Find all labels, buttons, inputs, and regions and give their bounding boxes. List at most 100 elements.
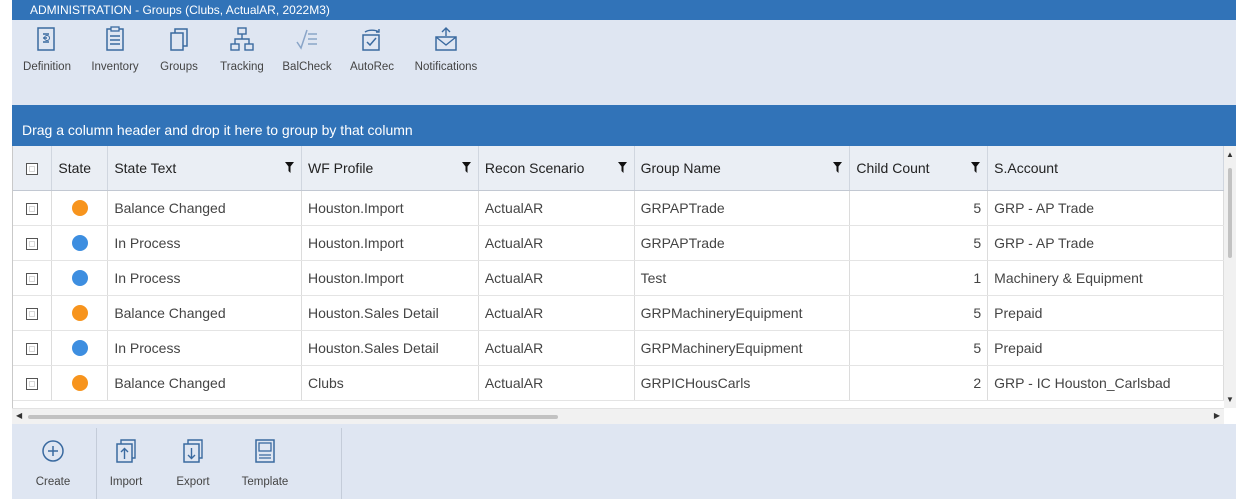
create-button[interactable]: Create	[12, 428, 94, 499]
state-blue-icon	[71, 235, 88, 252]
row-checkbox[interactable]	[26, 237, 39, 250]
create-icon	[42, 440, 64, 462]
group-by-panel[interactable]: Drag a column header and drop it here to…	[12, 115, 1236, 146]
row-checkbox[interactable]	[26, 307, 39, 320]
row-checkbox[interactable]	[26, 272, 39, 285]
row-checkbox-cell[interactable]	[13, 260, 53, 296]
table-row[interactable]: Balance Changed Houston.Sales Detail Actua…	[13, 295, 1224, 331]
recon-scenario-cell: ActualAR	[478, 225, 635, 261]
state-cell	[51, 295, 109, 331]
column-header-group-name[interactable]: Group Name	[634, 146, 851, 191]
notifications-icon	[435, 27, 457, 51]
autorec-button[interactable]: AutoRec	[340, 20, 404, 105]
s-account-cell: Machinery & Equipment	[987, 260, 1224, 296]
inventory-button[interactable]: Inventory	[82, 20, 148, 105]
child-count-cell: 5	[849, 330, 989, 366]
autorec-label: AutoRec	[349, 61, 395, 73]
state-text-cell: In Process	[107, 225, 302, 261]
table-row[interactable]: Balance Changed Clubs ActualAR GRPICHousCar…	[13, 365, 1224, 401]
state-text-cell: Balance Changed	[107, 190, 302, 226]
groups-button[interactable]: Groups	[148, 20, 210, 105]
autorec-icon	[362, 29, 380, 51]
vertical-scrollbar[interactable]: ▲ ▼	[1224, 146, 1236, 408]
column-header-s-account[interactable]: S.Account	[987, 146, 1224, 191]
definition-label: Definition	[23, 61, 71, 73]
table-row[interactable]: In Process Houston.Sales Detail ActualAR GR…	[13, 330, 1224, 366]
balcheck-button[interactable]: BalCheck	[274, 20, 340, 105]
state-text-cell: Balance Changed	[107, 365, 302, 401]
column-label: WF Profile	[307, 159, 374, 176]
state-text-cell: Balance Changed	[107, 295, 302, 331]
scroll-right-icon[interactable]: ▶	[1214, 411, 1220, 420]
column-header-state[interactable]: State	[51, 146, 109, 191]
filter-icon[interactable]	[617, 162, 627, 173]
child-count-cell: 5	[849, 295, 989, 331]
state-text-cell: In Process	[107, 330, 302, 366]
column-label: Recon Scenario	[484, 159, 585, 176]
row-checkbox-cell[interactable]	[13, 330, 53, 366]
scroll-up-icon[interactable]: ▲	[1226, 150, 1234, 159]
table-row[interactable]: Balance Changed Houston.Import ActualAR GRP…	[13, 190, 1224, 226]
column-header-recon-scenario[interactable]: Recon Scenario	[478, 146, 635, 191]
row-checkbox-cell[interactable]	[13, 295, 53, 331]
notifications-button[interactable]: Notifications	[404, 20, 488, 105]
wf-profile-cell: Houston.Sales Detail	[301, 295, 479, 331]
tracking-icon	[230, 27, 254, 51]
column-header-child-count[interactable]: Child Count	[849, 146, 989, 191]
groups-label: Groups	[160, 61, 198, 73]
row-checkbox[interactable]	[26, 377, 39, 390]
export-button[interactable]: Export	[158, 428, 228, 499]
state-orange-icon	[71, 305, 88, 322]
row-checkbox-cell[interactable]	[13, 365, 53, 401]
template-icon	[255, 439, 275, 463]
row-checkbox-cell[interactable]	[13, 190, 53, 226]
state-cell	[51, 225, 109, 261]
table-row[interactable]: In Process Houston.Import ActualAR GRPAPTra…	[13, 225, 1224, 261]
column-label: Group Name	[640, 159, 721, 176]
state-blue-icon	[71, 270, 88, 287]
state-cell	[51, 260, 109, 296]
scroll-down-icon[interactable]: ▼	[1226, 395, 1234, 404]
import-button[interactable]: Import	[94, 428, 158, 499]
state-cell	[51, 330, 109, 366]
row-checkbox[interactable]	[26, 202, 39, 215]
recon-scenario-cell: ActualAR	[478, 295, 635, 331]
state-cell	[51, 190, 109, 226]
recon-scenario-cell: ActualAR	[478, 190, 635, 226]
select-all-checkbox[interactable]	[13, 146, 53, 191]
column-header-state-text[interactable]: State Text	[107, 146, 302, 191]
tracking-button[interactable]: Tracking	[210, 20, 274, 105]
recon-scenario-cell: ActualAR	[478, 260, 635, 296]
row-checkbox[interactable]	[26, 342, 39, 355]
tracking-label: Tracking	[220, 61, 264, 73]
column-header-wf-profile[interactable]: WF Profile	[301, 146, 479, 191]
horizontal-scrollbar[interactable]: ◀ ▶	[12, 408, 1224, 424]
scroll-thumb[interactable]	[28, 415, 558, 419]
child-count-cell: 5	[849, 190, 989, 226]
scroll-thumb[interactable]	[1228, 168, 1232, 258]
s-account-cell: Prepaid	[987, 295, 1224, 331]
groups-icon	[170, 28, 188, 51]
child-count-cell: 5	[849, 225, 989, 261]
groups-grid: State State Text WF Profile Recon Scenar…	[12, 146, 1224, 408]
filter-icon[interactable]	[971, 162, 981, 173]
checkbox[interactable]	[26, 163, 39, 176]
balcheck-icon	[296, 29, 317, 50]
recon-scenario-cell: ActualAR	[478, 330, 635, 366]
definition-button[interactable]: Definition	[12, 20, 82, 105]
scroll-left-icon[interactable]: ◀	[16, 411, 22, 420]
template-label: Template	[241, 476, 289, 488]
filter-icon[interactable]	[284, 162, 294, 173]
group-name-cell: GRPMachineryEquipment	[634, 330, 851, 366]
template-button[interactable]: Template	[228, 428, 302, 499]
inventory-label: Inventory	[91, 61, 139, 73]
row-checkbox-cell[interactable]	[13, 225, 53, 261]
notifications-label: Notifications	[414, 61, 478, 73]
filter-icon[interactable]	[461, 162, 471, 173]
filter-icon[interactable]	[833, 162, 843, 173]
s-account-cell: GRP - AP Trade	[987, 225, 1224, 261]
child-count-cell: 2	[849, 365, 989, 401]
group-name-cell: GRPICHousCarls	[634, 365, 851, 401]
table-row[interactable]: In Process Houston.Import ActualAR Test 1 Mac…	[13, 260, 1224, 296]
recon-scenario-cell: ActualAR	[478, 365, 635, 401]
